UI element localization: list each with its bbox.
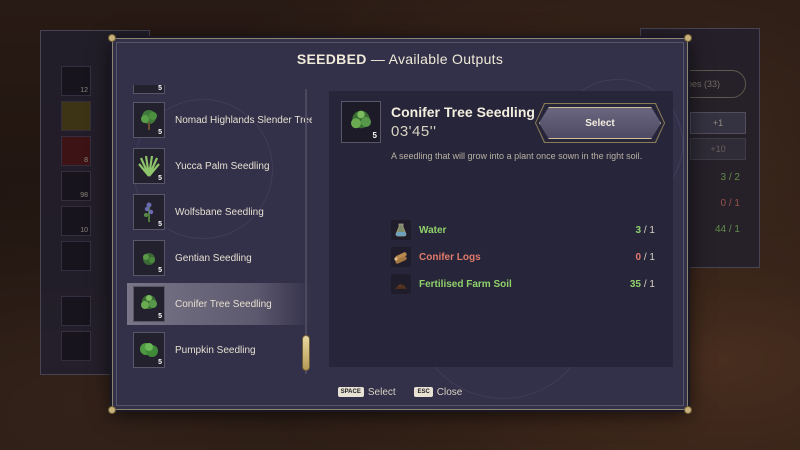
detail-title: Conifer Tree Seedling [391,104,535,120]
list-item[interactable]: 5 [127,85,312,97]
requirement-have: 3 [635,224,641,236]
select-hint[interactable]: SPACE Select [337,387,396,398]
requirement-row: Water 3 / 1 [391,219,661,241]
detail-qty: 5 [372,131,377,140]
corner-ornament [684,406,692,414]
list-item[interactable]: 5 Wolfsbane Seedling [127,191,312,233]
logs-icon [391,247,411,267]
item-label: Gentian Seedling [175,252,252,264]
item-qty: 5 [158,85,162,92]
seedling-icon: 5 [133,85,165,94]
select-hint-label: Select [367,387,396,398]
dialog-title: SEEDBED — Available Outputs [113,51,687,67]
item-label: Nomad Highlands Slender Tree Seedling [175,114,312,126]
craft-time: 03'45'' [391,123,437,140]
requirement-name: Fertilised Farm Soil [419,278,512,290]
list-item[interactable]: 5 Yucca Palm Seedling [127,145,312,187]
corner-ornament [684,34,692,42]
detail-pane: 5 Conifer Tree Seedling 03'45'' Select A… [329,91,673,367]
detail-description: A seedling that will grow into a plant o… [391,151,643,161]
gentian-icon: 5 [133,240,165,276]
item-qty: 5 [158,359,162,366]
list-scrollbar[interactable] [305,89,307,374]
title-subtitle: — Available Outputs [366,51,504,67]
list-item-selected[interactable]: 5 Conifer Tree Seedling [127,283,312,325]
select-button[interactable]: Select [539,107,661,139]
soil-icon [391,274,411,294]
requirement-need: / 1 [643,224,655,236]
close-hint[interactable]: ESC Close [414,387,462,398]
requirement-row: Conifer Logs 0 / 1 [391,246,661,268]
item-qty: 5 [158,267,162,274]
title-station: SEEDBED [296,51,367,67]
item-label: Wolfsbane Seedling [175,206,264,218]
requirement-have: 35 [629,278,641,290]
item-qty: 5 [158,175,162,182]
list-item[interactable]: 5 Pumpkin Seedling [127,329,312,371]
list-item[interactable]: 5 Gentian Seedling [127,237,312,279]
item-label: Conifer Tree Seedling [175,298,272,310]
requirement-name: Water [419,224,447,236]
item-label: Yucca Palm Seedling [175,160,270,172]
item-qty: 5 [158,221,162,228]
item-label: Pumpkin Seedling [175,344,256,356]
requirement-row: Fertilised Farm Soil 35 / 1 [391,273,661,295]
item-qty: 5 [158,129,162,136]
output-list: 5 5 Nomad Highlands Slender Tree Seedlin… [127,85,312,379]
corner-ornament [108,406,116,414]
conifer-icon: 5 [133,286,165,322]
footer-hints: SPACE Select ESC Close [113,387,687,398]
wolfsbane-icon: 5 [133,194,165,230]
water-flask-icon [391,220,411,240]
esc-key-icon: ESC [414,387,433,398]
requirement-need: / 1 [643,251,655,263]
requirement-need: / 1 [643,278,655,290]
item-qty: 5 [158,313,162,320]
pumpkin-icon: 5 [133,332,165,368]
seedbed-dialog: SEEDBED — Available Outputs 5 5 Nomad Hi… [108,34,692,414]
yucca-icon: 5 [133,148,165,184]
conifer-icon: 5 [341,101,381,143]
seedling-icon: 5 [133,102,165,138]
list-item[interactable]: 5 Nomad Highlands Slender Tree Seedling [127,99,312,141]
scrollbar-thumb[interactable] [302,335,310,371]
space-key-icon: SPACE [337,387,364,398]
requirement-name: Conifer Logs [419,251,481,263]
close-hint-label: Close [436,387,463,398]
requirement-have: 0 [635,251,641,263]
corner-ornament [108,34,116,42]
